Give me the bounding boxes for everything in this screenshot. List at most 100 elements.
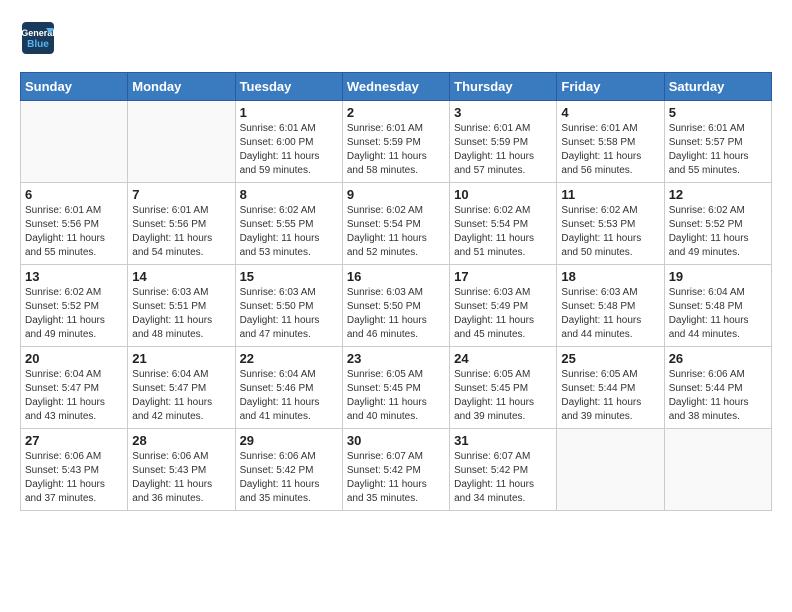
day-info: Sunrise: 6:02 AM Sunset: 5:54 PM Dayligh… (454, 204, 552, 260)
weekday-header: Saturday (664, 73, 771, 101)
calendar-cell: 30Sunrise: 6:07 AM Sunset: 5:42 PM Dayli… (342, 429, 449, 511)
page-header: General Blue (20, 20, 772, 56)
day-number: 11 (561, 187, 659, 202)
day-info: Sunrise: 6:02 AM Sunset: 5:53 PM Dayligh… (561, 204, 659, 260)
calendar-cell: 3 Sunrise: 6:01 AM Sunset: 5:59 PM Daylig… (450, 101, 557, 183)
weekday-header: Thursday (450, 73, 557, 101)
day-number: 15 (240, 269, 338, 284)
day-number: 5 (669, 105, 767, 120)
day-number: 25 (561, 351, 659, 366)
calendar-cell: 8Sunrise: 6:02 AM Sunset: 5:55 PM Daylig… (235, 183, 342, 265)
day-number: 4 (561, 105, 659, 120)
calendar-cell (21, 101, 128, 183)
calendar-cell: 28Sunrise: 6:06 AM Sunset: 5:43 PM Dayli… (128, 429, 235, 511)
day-info: Sunrise: 6:06 AM Sunset: 5:42 PM Dayligh… (240, 450, 338, 506)
day-number: 22 (240, 351, 338, 366)
calendar-cell: 25 Sunrise: 6:05 AM Sunset: 5:44 PM Dayli… (557, 347, 664, 429)
day-info: Sunrise: 6:01 AM Sunset: 5:56 PM Dayligh… (132, 204, 230, 260)
day-info: Sunrise: 6:01 AM Sunset: 5:57 PM Dayligh… (669, 122, 767, 178)
day-number: 1 (240, 105, 338, 120)
day-info: Sunrise: 6:04 AM Sunset: 5:47 PM Dayligh… (132, 368, 230, 424)
day-number: 24 (454, 351, 552, 366)
day-info: Sunrise: 6:05 AM Sunset: 5:44 PM Dayligh… (561, 368, 659, 424)
day-number: 12 (669, 187, 767, 202)
calendar-cell: 2Sunrise: 6:01 AM Sunset: 5:59 PM Daylig… (342, 101, 449, 183)
calendar-cell: 9 Sunrise: 6:02 AM Sunset: 5:54 PM Daylig… (342, 183, 449, 265)
day-number: 29 (240, 433, 338, 448)
calendar-cell: 10Sunrise: 6:02 AM Sunset: 5:54 PM Dayli… (450, 183, 557, 265)
svg-text:Blue: Blue (27, 39, 49, 50)
calendar-cell: 11 Sunrise: 6:02 AM Sunset: 5:53 PM Dayli… (557, 183, 664, 265)
day-info: Sunrise: 6:02 AM Sunset: 5:54 PM Dayligh… (347, 204, 445, 260)
day-number: 7 (132, 187, 230, 202)
calendar-week-row: 20 Sunrise: 6:04 AM Sunset: 5:47 PM Dayli… (21, 347, 772, 429)
day-info: Sunrise: 6:06 AM Sunset: 5:44 PM Dayligh… (669, 368, 767, 424)
day-number: 31 (454, 433, 552, 448)
day-info: Sunrise: 6:06 AM Sunset: 5:43 PM Dayligh… (132, 450, 230, 506)
calendar-cell: 12Sunrise: 6:02 AM Sunset: 5:52 PM Dayli… (664, 183, 771, 265)
calendar-cell: 7 Sunrise: 6:01 AM Sunset: 5:56 PM Daylig… (128, 183, 235, 265)
day-info: Sunrise: 6:03 AM Sunset: 5:48 PM Dayligh… (561, 286, 659, 342)
day-info: Sunrise: 6:01 AM Sunset: 6:00 PM Dayligh… (240, 122, 338, 178)
day-info: Sunrise: 6:03 AM Sunset: 5:51 PM Dayligh… (132, 286, 230, 342)
calendar-cell: 31 Sunrise: 6:07 AM Sunset: 5:42 PM Dayli… (450, 429, 557, 511)
calendar-cell: 1 Sunrise: 6:01 AM Sunset: 6:00 PM Daylig… (235, 101, 342, 183)
day-number: 27 (25, 433, 123, 448)
day-info: Sunrise: 6:05 AM Sunset: 5:45 PM Dayligh… (347, 368, 445, 424)
day-info: Sunrise: 6:04 AM Sunset: 5:48 PM Dayligh… (669, 286, 767, 342)
calendar-cell: 24 Sunrise: 6:05 AM Sunset: 5:45 PM Dayli… (450, 347, 557, 429)
day-number: 26 (669, 351, 767, 366)
calendar-cell: 17 Sunrise: 6:03 AM Sunset: 5:49 PM Dayli… (450, 265, 557, 347)
calendar-cell: 23 Sunrise: 6:05 AM Sunset: 5:45 PM Dayli… (342, 347, 449, 429)
calendar-cell: 18 Sunrise: 6:03 AM Sunset: 5:48 PM Dayli… (557, 265, 664, 347)
day-info: Sunrise: 6:05 AM Sunset: 5:45 PM Dayligh… (454, 368, 552, 424)
weekday-header: Tuesday (235, 73, 342, 101)
day-number: 19 (669, 269, 767, 284)
weekday-header: Friday (557, 73, 664, 101)
day-number: 18 (561, 269, 659, 284)
calendar-week-row: 27 Sunrise: 6:06 AM Sunset: 5:43 PM Dayli… (21, 429, 772, 511)
day-number: 9 (347, 187, 445, 202)
weekday-header: Monday (128, 73, 235, 101)
calendar-header-row: SundayMondayTuesdayWednesdayThursdayFrid… (21, 73, 772, 101)
calendar-cell (557, 429, 664, 511)
calendar-cell: 13Sunrise: 6:02 AM Sunset: 5:52 PM Dayli… (21, 265, 128, 347)
calendar-cell: 5 Sunrise: 6:01 AM Sunset: 5:57 PM Daylig… (664, 101, 771, 183)
day-number: 17 (454, 269, 552, 284)
calendar-cell: 19 Sunrise: 6:04 AM Sunset: 5:48 PM Dayli… (664, 265, 771, 347)
day-info: Sunrise: 6:03 AM Sunset: 5:50 PM Dayligh… (240, 286, 338, 342)
calendar-table: SundayMondayTuesdayWednesdayThursdayFrid… (20, 72, 772, 511)
calendar-week-row: 1 Sunrise: 6:01 AM Sunset: 6:00 PM Daylig… (21, 101, 772, 183)
logo: General Blue (20, 20, 60, 56)
day-number: 3 (454, 105, 552, 120)
calendar-cell: 14 Sunrise: 6:03 AM Sunset: 5:51 PM Dayli… (128, 265, 235, 347)
logo-icon: General Blue (20, 20, 56, 56)
day-info: Sunrise: 6:02 AM Sunset: 5:55 PM Dayligh… (240, 204, 338, 260)
day-number: 16 (347, 269, 445, 284)
day-number: 2 (347, 105, 445, 120)
calendar-cell: 4Sunrise: 6:01 AM Sunset: 5:58 PM Daylig… (557, 101, 664, 183)
day-info: Sunrise: 6:01 AM Sunset: 5:56 PM Dayligh… (25, 204, 123, 260)
weekday-header: Wednesday (342, 73, 449, 101)
day-number: 20 (25, 351, 123, 366)
calendar-cell: 21Sunrise: 6:04 AM Sunset: 5:47 PM Dayli… (128, 347, 235, 429)
day-info: Sunrise: 6:03 AM Sunset: 5:50 PM Dayligh… (347, 286, 445, 342)
calendar-cell: 22 Sunrise: 6:04 AM Sunset: 5:46 PM Dayli… (235, 347, 342, 429)
calendar-cell: 26 Sunrise: 6:06 AM Sunset: 5:44 PM Dayli… (664, 347, 771, 429)
calendar-week-row: 13Sunrise: 6:02 AM Sunset: 5:52 PM Dayli… (21, 265, 772, 347)
day-info: Sunrise: 6:07 AM Sunset: 5:42 PM Dayligh… (347, 450, 445, 506)
day-info: Sunrise: 6:04 AM Sunset: 5:46 PM Dayligh… (240, 368, 338, 424)
calendar-cell: 29 Sunrise: 6:06 AM Sunset: 5:42 PM Dayli… (235, 429, 342, 511)
calendar-cell (664, 429, 771, 511)
weekday-header: Sunday (21, 73, 128, 101)
calendar-cell: 16 Sunrise: 6:03 AM Sunset: 5:50 PM Dayli… (342, 265, 449, 347)
calendar-cell: 27 Sunrise: 6:06 AM Sunset: 5:43 PM Dayli… (21, 429, 128, 511)
calendar-cell: 6Sunrise: 6:01 AM Sunset: 5:56 PM Daylig… (21, 183, 128, 265)
day-info: Sunrise: 6:03 AM Sunset: 5:49 PM Dayligh… (454, 286, 552, 342)
day-info: Sunrise: 6:06 AM Sunset: 5:43 PM Dayligh… (25, 450, 123, 506)
day-info: Sunrise: 6:07 AM Sunset: 5:42 PM Dayligh… (454, 450, 552, 506)
day-info: Sunrise: 6:01 AM Sunset: 5:59 PM Dayligh… (454, 122, 552, 178)
calendar-cell: 15 Sunrise: 6:03 AM Sunset: 5:50 PM Dayli… (235, 265, 342, 347)
day-number: 23 (347, 351, 445, 366)
day-number: 14 (132, 269, 230, 284)
